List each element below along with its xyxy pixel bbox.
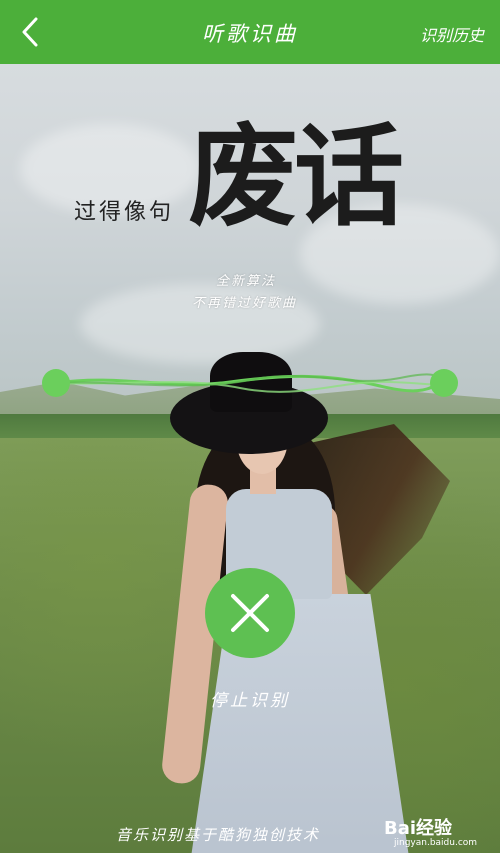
close-icon	[231, 594, 269, 632]
poster-headline: 过得像句	[74, 200, 175, 225]
poster-big-word: 废话	[188, 112, 404, 241]
wave-left-dot	[42, 369, 70, 397]
footer-credit: 音乐识别基于酷狗独创技术	[116, 826, 321, 844]
poster-subline-1: 全新算法	[216, 274, 277, 289]
poster-subline-2: 不再错过好歌曲	[192, 296, 298, 311]
sound-wave	[0, 356, 500, 416]
watermark-url: jingyan.baidu.com	[394, 838, 478, 848]
stop-label: 停止识别	[210, 691, 290, 711]
history-button[interactable]: 识别历史	[420, 22, 484, 46]
background-photo: 废话 过得像句 全新算法 不再错过好歌曲	[0, 64, 500, 853]
watermark-brand: Bai经验	[384, 818, 453, 839]
stop-recognition-button[interactable]	[205, 568, 295, 658]
wave-right-dot	[430, 369, 458, 397]
top-bar: 听歌识曲 识别历史	[0, 0, 500, 64]
watermark: Bai经验 jingyan.baidu.com	[384, 814, 477, 848]
